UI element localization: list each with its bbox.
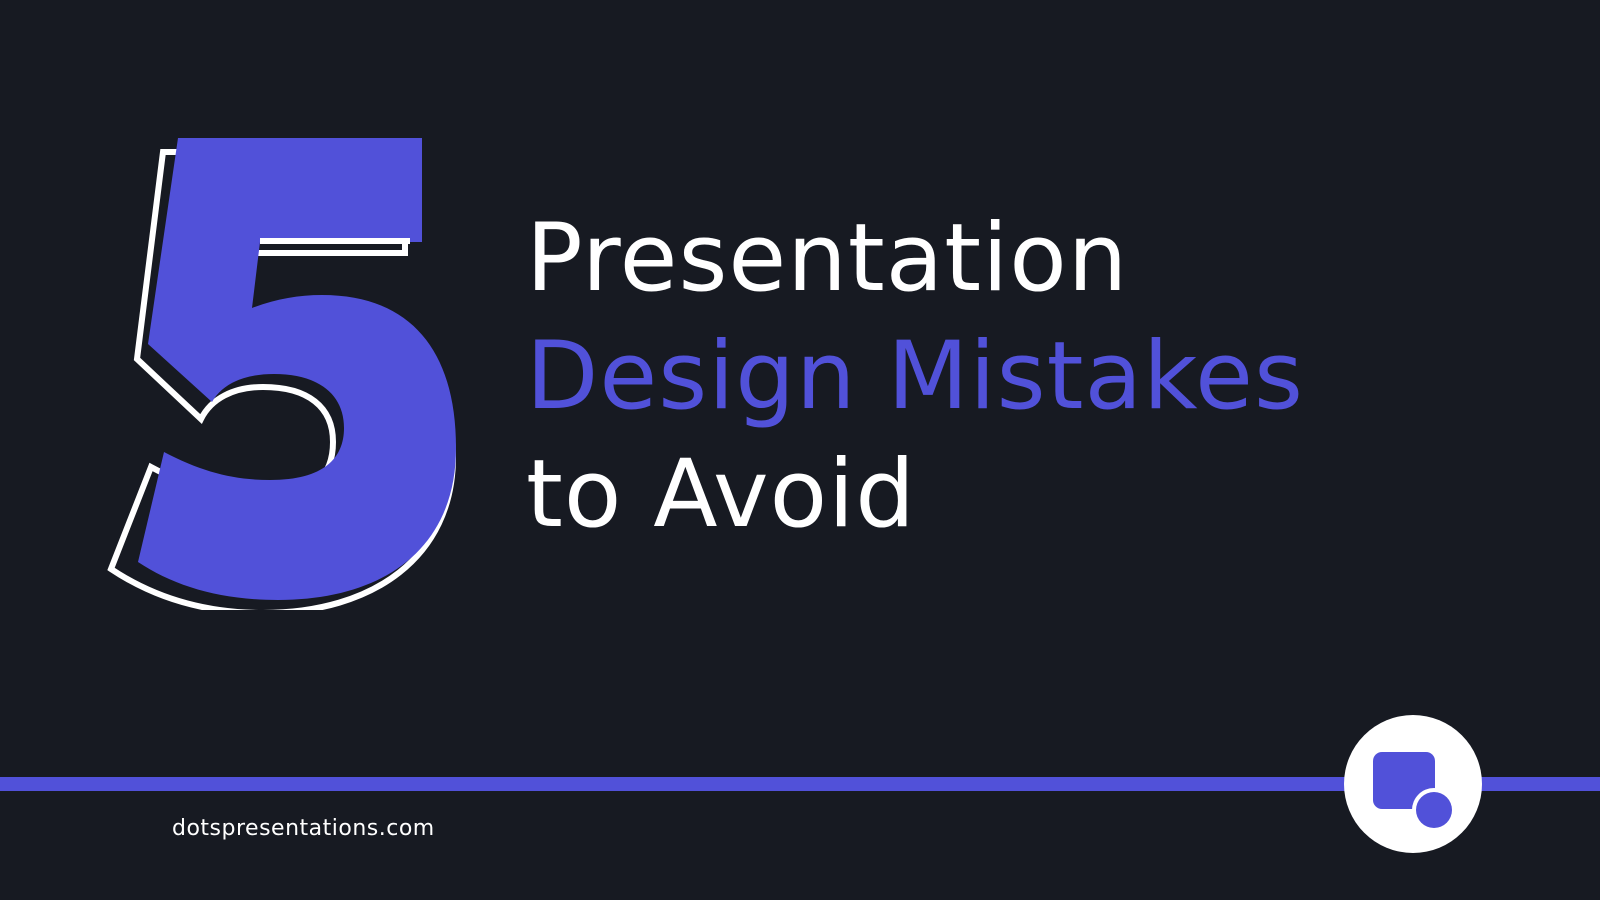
- footer-website-url: dotspresentations.com: [172, 816, 435, 841]
- title-line-design-mistakes: Design Mistakes: [526, 322, 1304, 431]
- brand-logo-badge: [1344, 715, 1482, 853]
- big-number-five-graphic: [100, 130, 480, 610]
- slide-title: Presentation Design Mistakes to Avoid: [526, 200, 1304, 554]
- title-slide: Presentation Design Mistakes to Avoid do…: [0, 0, 1600, 900]
- dots-presentations-logo-icon: [1373, 752, 1456, 832]
- title-line-to-avoid: to Avoid: [526, 440, 916, 549]
- title-line-presentation: Presentation: [526, 204, 1129, 313]
